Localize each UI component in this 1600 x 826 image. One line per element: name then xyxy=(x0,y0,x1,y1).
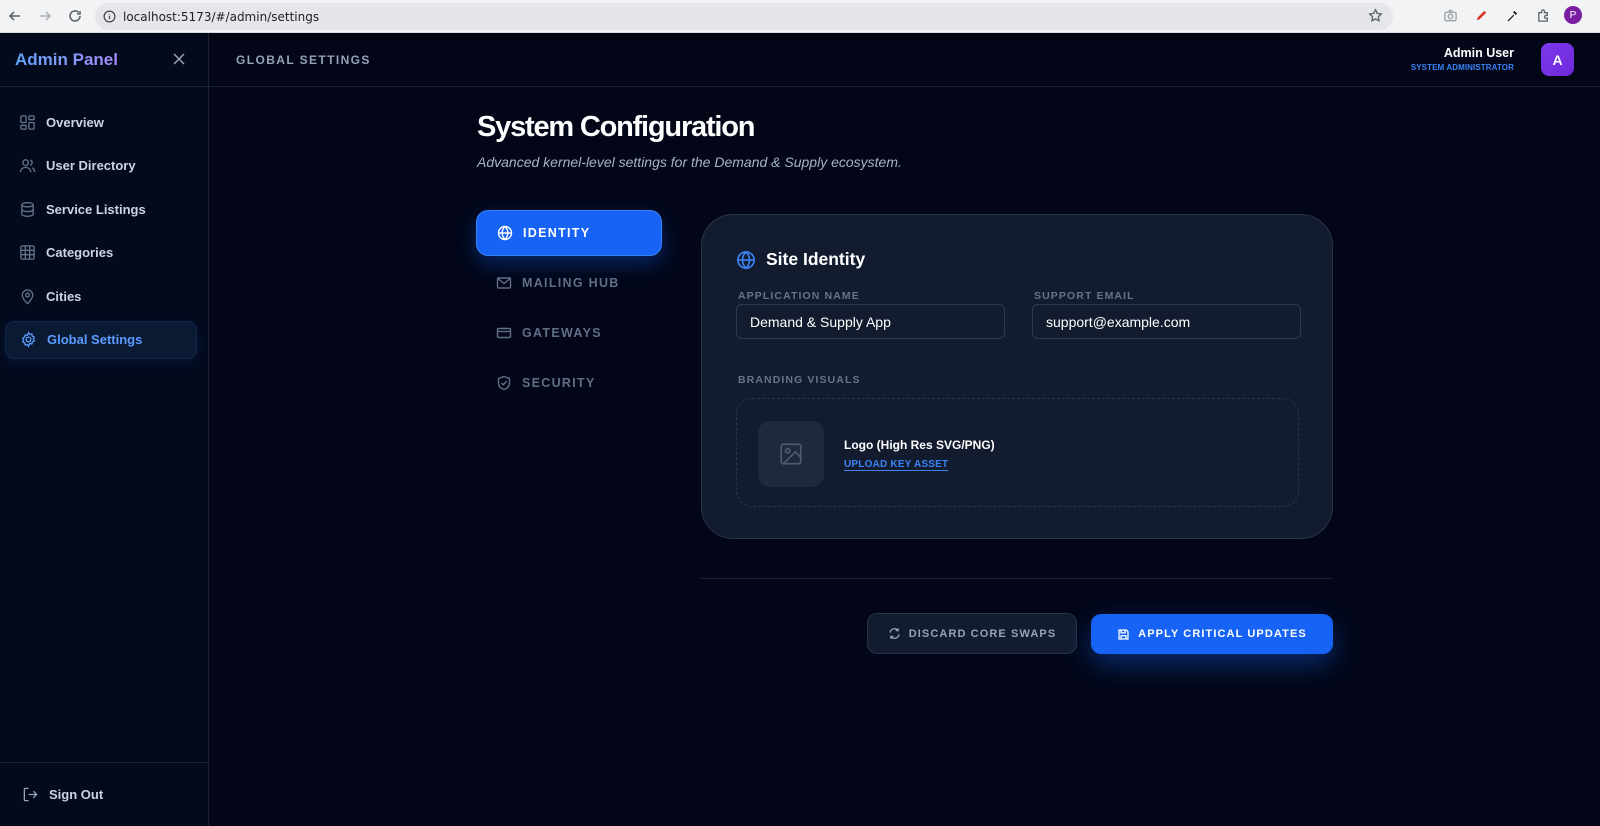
back-icon[interactable] xyxy=(0,2,30,30)
reload-icon[interactable] xyxy=(60,2,90,30)
url-text: localhost:5173/#/admin/settings xyxy=(123,9,320,24)
sidebar-header: Admin Panel xyxy=(0,33,208,87)
sidebar-item-label: User Directory xyxy=(46,158,136,173)
sign-out-button[interactable]: Sign Out xyxy=(0,762,208,826)
discard-button[interactable]: DISCARD CORE SWAPS xyxy=(867,613,1077,654)
sidebar-item-categories[interactable]: Categories xyxy=(5,234,197,272)
card-title: Site Identity xyxy=(766,249,866,269)
admin-app: Admin Panel Overview User Directory Serv… xyxy=(0,33,1600,826)
tab-gateways[interactable]: GATEWAYS xyxy=(476,310,662,356)
top-header: GLOBAL SETTINGS Admin User SYSTEM ADMINI… xyxy=(209,33,1600,87)
profile-avatar[interactable]: P xyxy=(1564,6,1582,24)
discard-button-label: DISCARD CORE SWAPS xyxy=(908,627,1057,640)
sidebar-item-cities[interactable]: Cities xyxy=(5,277,197,315)
sidebar-item-label: Global Settings xyxy=(47,332,143,347)
image-placeholder-icon xyxy=(758,421,824,487)
sign-out-label: Sign Out xyxy=(49,787,104,802)
shield-check-icon xyxy=(496,375,512,391)
sidebar-item-label: Categories xyxy=(46,245,114,260)
logo-upload-dropzone[interactable]: Logo (High Res SVG/PNG) UPLOAD KEY ASSET xyxy=(736,398,1299,507)
forward-icon[interactable] xyxy=(30,2,60,30)
apply-updates-button[interactable]: APPLY CRITICAL UPDATES xyxy=(1091,614,1333,654)
site-identity-card: Site Identity APPLICATION NAME SUPPORT E… xyxy=(701,214,1333,539)
globe-icon xyxy=(736,250,756,270)
apply-button-label: APPLY CRITICAL UPDATES xyxy=(1138,628,1307,640)
pen-icon[interactable] xyxy=(1471,5,1491,25)
grid-icon xyxy=(19,244,36,261)
tab-label: SECURITY xyxy=(522,376,596,390)
upload-key-asset-link[interactable]: UPLOAD KEY ASSET xyxy=(844,459,948,470)
users-icon xyxy=(19,157,36,174)
user-role: SYSTEM ADMINISTRATOR xyxy=(1410,63,1514,72)
close-icon[interactable] xyxy=(170,50,188,68)
site-info-icon[interactable] xyxy=(95,10,123,23)
save-icon xyxy=(1117,628,1130,641)
browser-extensions: P xyxy=(1440,5,1582,25)
support-email-input[interactable] xyxy=(1032,304,1301,339)
page-title: System Configuration xyxy=(477,111,756,143)
application-name-input[interactable] xyxy=(736,304,1005,339)
user-info: Admin User SYSTEM ADMINISTRATOR xyxy=(1411,46,1514,72)
sidebar-item-label: Overview xyxy=(46,114,104,130)
layout-grid-icon xyxy=(19,114,36,131)
bookmark-star-icon[interactable] xyxy=(1368,8,1383,28)
user-name: Admin User xyxy=(1443,46,1514,60)
tab-label: MAILING HUB xyxy=(522,276,620,290)
tab-identity[interactable]: IDENTITY xyxy=(476,210,662,256)
tab-mailing-hub[interactable]: MAILING HUB xyxy=(476,260,662,306)
divider xyxy=(701,578,1333,579)
refresh-icon xyxy=(888,627,901,640)
log-out-icon xyxy=(22,786,39,803)
mail-icon xyxy=(496,275,512,291)
sidebar-item-service-listings[interactable]: Service Listings xyxy=(5,190,197,228)
sidebar-item-overview[interactable]: Overview xyxy=(5,103,197,141)
settings-tabs: IDENTITY MAILING HUB GATEWAYS SECURITY xyxy=(476,210,662,410)
page-section-title: GLOBAL SETTINGS xyxy=(236,53,371,67)
card-header: Site Identity xyxy=(736,249,865,270)
gear-icon xyxy=(20,331,37,348)
sidebar-nav: Overview User Directory Service Listings… xyxy=(0,87,208,359)
support-email-label: SUPPORT EMAIL xyxy=(1034,290,1135,302)
globe-icon xyxy=(497,225,513,241)
tab-label: IDENTITY xyxy=(523,226,591,240)
database-icon xyxy=(19,201,36,218)
sidebar: Admin Panel Overview User Directory Serv… xyxy=(0,33,209,826)
sidebar-item-user-directory[interactable]: User Directory xyxy=(5,147,197,185)
tab-security[interactable]: SECURITY xyxy=(476,360,662,406)
brand-logo[interactable]: Admin Panel xyxy=(15,50,118,70)
tab-label: GATEWAYS xyxy=(522,326,602,340)
browser-toolbar: localhost:5173/#/admin/settings P xyxy=(0,0,1600,33)
credit-card-icon xyxy=(496,325,512,341)
avatar[interactable]: A xyxy=(1541,43,1574,76)
camera-icon[interactable] xyxy=(1440,5,1460,25)
page-subtitle: Advanced kernel-level settings for the D… xyxy=(477,154,902,170)
application-name-label: APPLICATION NAME xyxy=(738,290,860,302)
extensions-puzzle-icon[interactable] xyxy=(1533,5,1553,25)
sidebar-item-label: Cities xyxy=(46,288,82,304)
address-bar[interactable]: localhost:5173/#/admin/settings xyxy=(95,3,1393,30)
eyedropper-icon[interactable] xyxy=(1502,5,1522,25)
branding-visuals-label: BRANDING VISUALS xyxy=(738,374,861,386)
map-pin-icon xyxy=(19,288,36,305)
sidebar-item-label: Service Listings xyxy=(46,201,146,217)
sidebar-item-global-settings[interactable]: Global Settings xyxy=(5,320,197,359)
logo-title: Logo (High Res SVG/PNG) xyxy=(844,438,995,452)
